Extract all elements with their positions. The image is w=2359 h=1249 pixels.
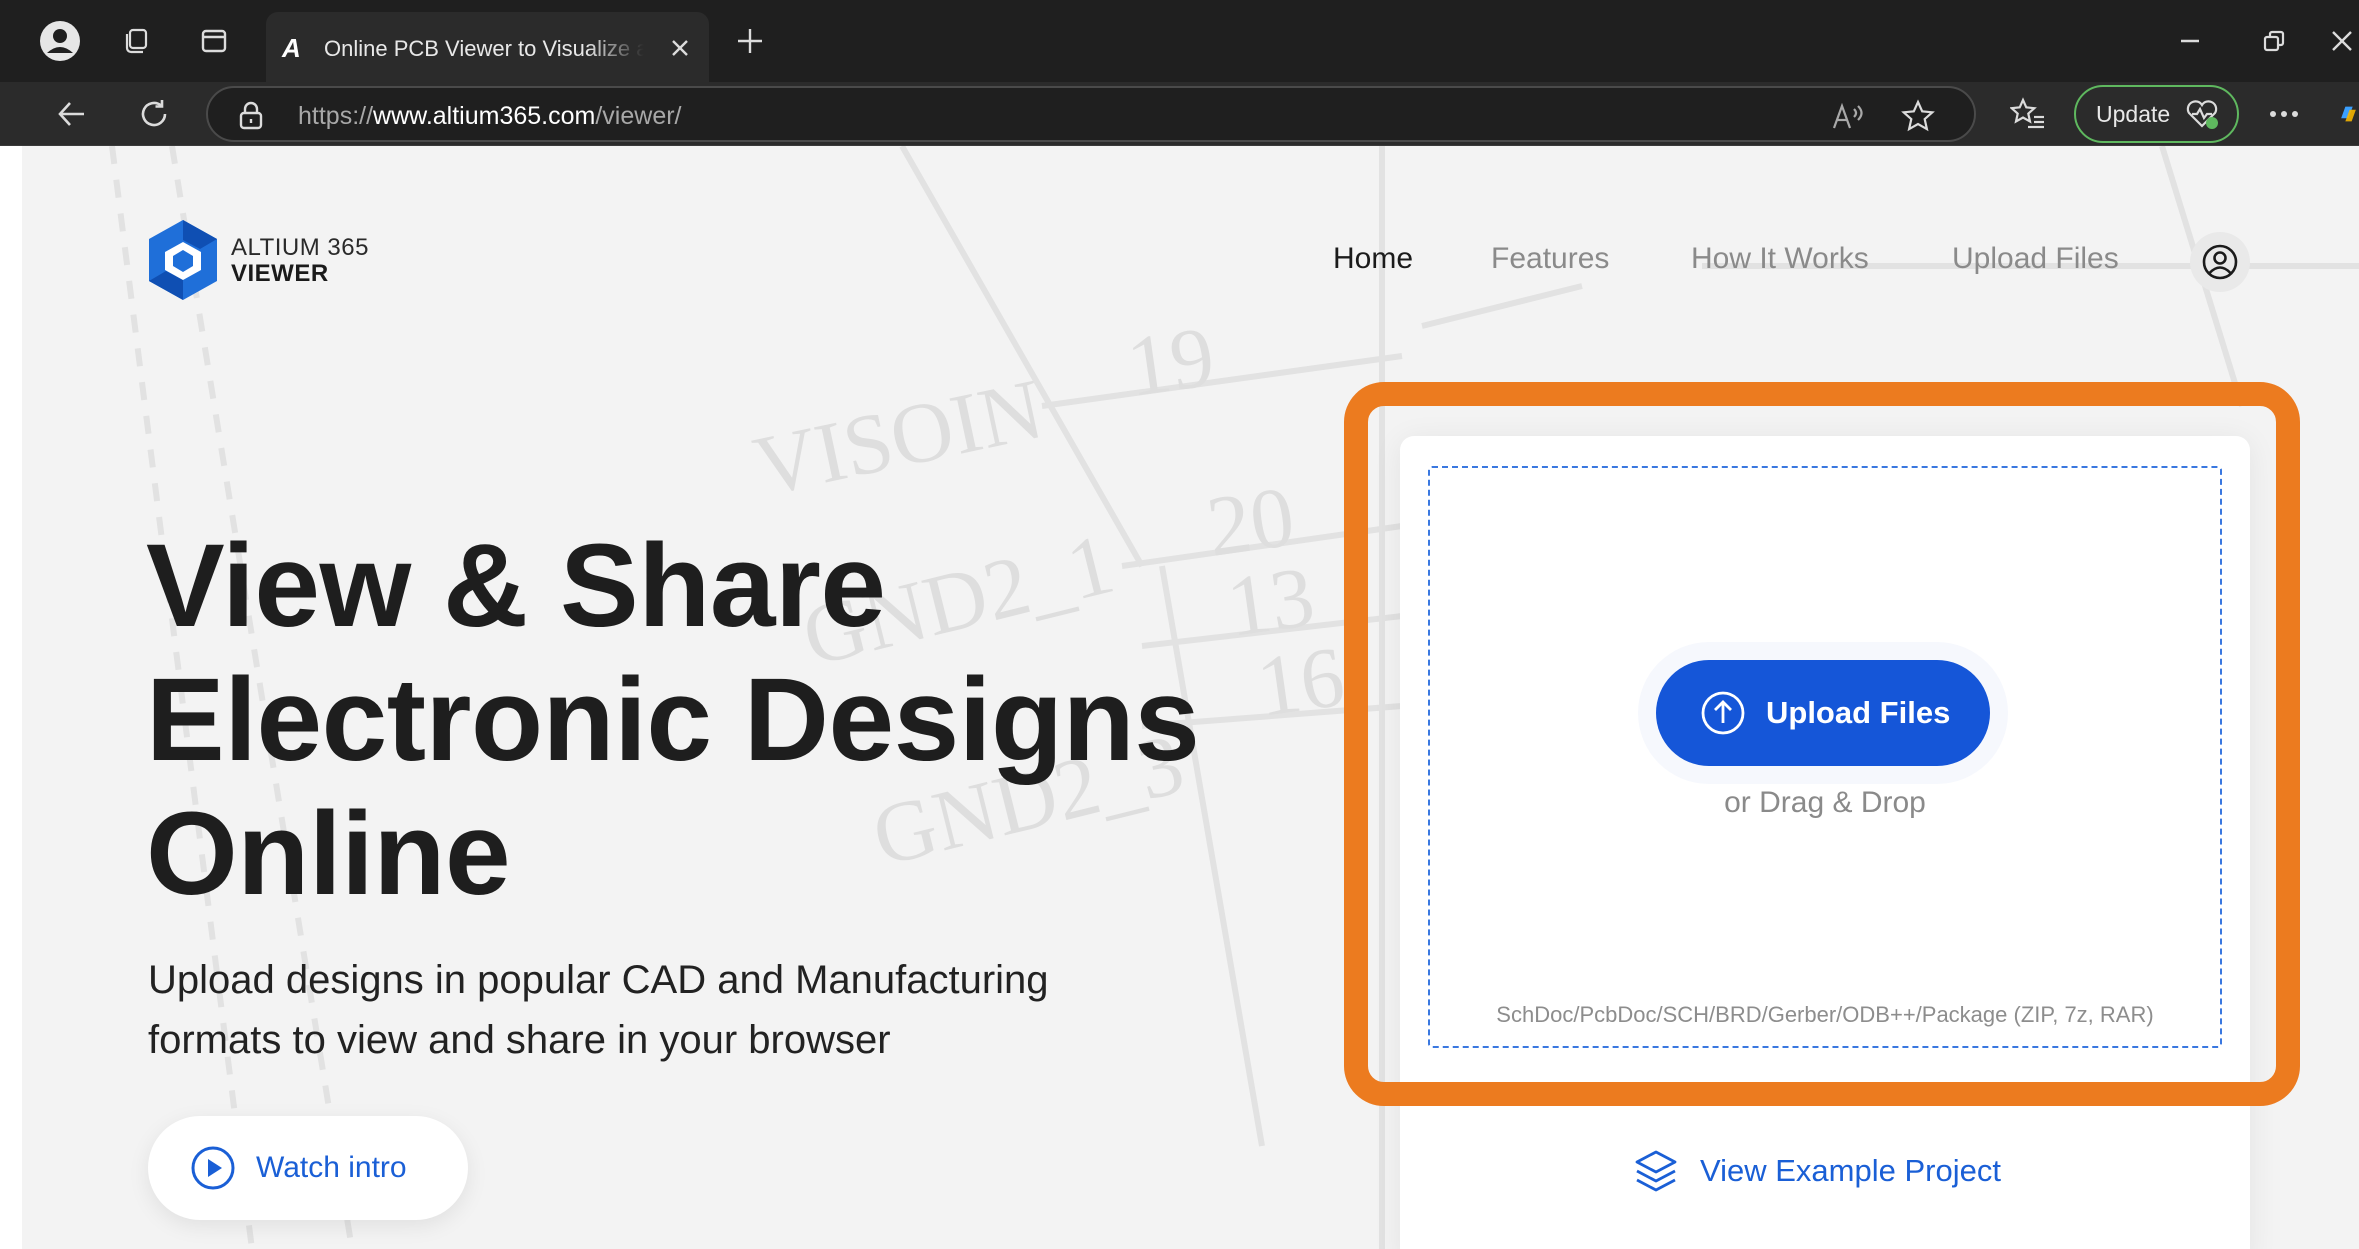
url-text[interactable]: https://www.altium365.com/viewer/ xyxy=(298,102,682,130)
drag-drop-text: or Drag & Drop xyxy=(1724,786,1926,819)
upload-arrow-icon xyxy=(1701,691,1745,735)
close-window-icon[interactable] xyxy=(2330,17,2359,65)
hero-title-line-1: View & Share xyxy=(146,520,886,652)
browser-tab-bar: A Online PCB Viewer to Visualize and Sha… xyxy=(0,0,2359,82)
watch-intro-label: Watch intro xyxy=(256,1151,407,1184)
workspaces-icon[interactable] xyxy=(112,17,160,65)
hero-title-line-3: Online xyxy=(146,788,511,920)
nav-upload-files[interactable]: Upload Files xyxy=(1952,242,2119,276)
view-example-project-label: View Example Project xyxy=(1700,1153,2001,1188)
hero-subtitle-line-2: formats to view and share in your browse… xyxy=(148,1018,891,1062)
read-aloud-icon[interactable] xyxy=(1828,96,1868,136)
back-arrow-icon[interactable] xyxy=(48,90,96,138)
view-example-project-link[interactable]: View Example Project xyxy=(1632,1146,2001,1196)
altium-favicon-icon: A xyxy=(282,33,301,63)
supported-formats-text: SchDoc/PcbDoc/SCH/BRD/Gerber/ODB++/Packa… xyxy=(1496,1002,2154,1027)
bg-label-19: 19 xyxy=(1121,308,1220,415)
altium-logo-icon xyxy=(149,220,217,300)
hero-title: View & Share Electronic Designs Online xyxy=(146,519,1346,921)
close-tab-icon[interactable] xyxy=(664,32,696,64)
bg-label-visoin: VISOIN xyxy=(746,360,1051,514)
webpage: VISOIN GND2_1 GND2_3 19 20 13 16 ALTIUM … xyxy=(22,146,2359,1249)
layers-icon xyxy=(1635,1150,1677,1192)
upload-files-button[interactable]: Upload Files xyxy=(1656,660,1990,766)
profile-icon[interactable] xyxy=(36,17,84,65)
nav-features[interactable]: Features xyxy=(1491,242,1609,276)
user-circle-icon xyxy=(2202,244,2238,280)
watch-intro-button[interactable]: Watch intro xyxy=(148,1116,468,1220)
copilot-icon[interactable] xyxy=(2338,90,2359,138)
logo-text-viewer: VIEWER xyxy=(231,260,329,287)
hero-title-line-2: Electronic Designs xyxy=(146,654,1200,786)
address-bar[interactable]: https://www.altium365.com/viewer/ xyxy=(206,86,1976,142)
update-browser-button[interactable]: Update xyxy=(2074,85,2239,143)
refresh-icon[interactable] xyxy=(130,90,178,138)
update-label: Update xyxy=(2096,100,2171,127)
browser-tab[interactable]: A Online PCB Viewer to Visualize and Sha… xyxy=(266,12,709,82)
hero-subtitle-line-1: Upload designs in popular CAD and Manufa… xyxy=(148,958,1049,1002)
favorite-star-icon[interactable] xyxy=(1898,96,1938,136)
lock-icon[interactable] xyxy=(238,101,264,136)
minimize-icon[interactable] xyxy=(2166,17,2214,65)
account-button[interactable] xyxy=(2190,232,2250,292)
hero-subtitle: Upload designs in popular CAD and Manufa… xyxy=(148,950,1208,1070)
logo-text-altium-365: ALTIUM 365 xyxy=(231,234,369,261)
nav-home[interactable]: Home xyxy=(1333,242,1413,276)
new-tab-plus-icon[interactable] xyxy=(726,17,774,65)
tab-actions-icon[interactable] xyxy=(190,17,238,65)
browser-toolbar: https://www.altium365.com/viewer/ Update xyxy=(0,82,2359,146)
play-circle-icon xyxy=(191,1146,235,1190)
favorites-list-icon[interactable] xyxy=(2004,90,2052,138)
upload-files-label: Upload Files xyxy=(1766,695,1951,730)
update-heart-icon xyxy=(2186,100,2219,129)
restore-icon[interactable] xyxy=(2250,17,2298,65)
nav-how-it-works[interactable]: How It Works xyxy=(1691,242,1869,276)
tab-title: Online PCB Viewer to Visualize and Share… xyxy=(324,36,644,61)
more-options-icon[interactable] xyxy=(2260,90,2308,138)
altium-365-viewer-logo[interactable]: ALTIUM 365 VIEWER xyxy=(145,218,385,308)
